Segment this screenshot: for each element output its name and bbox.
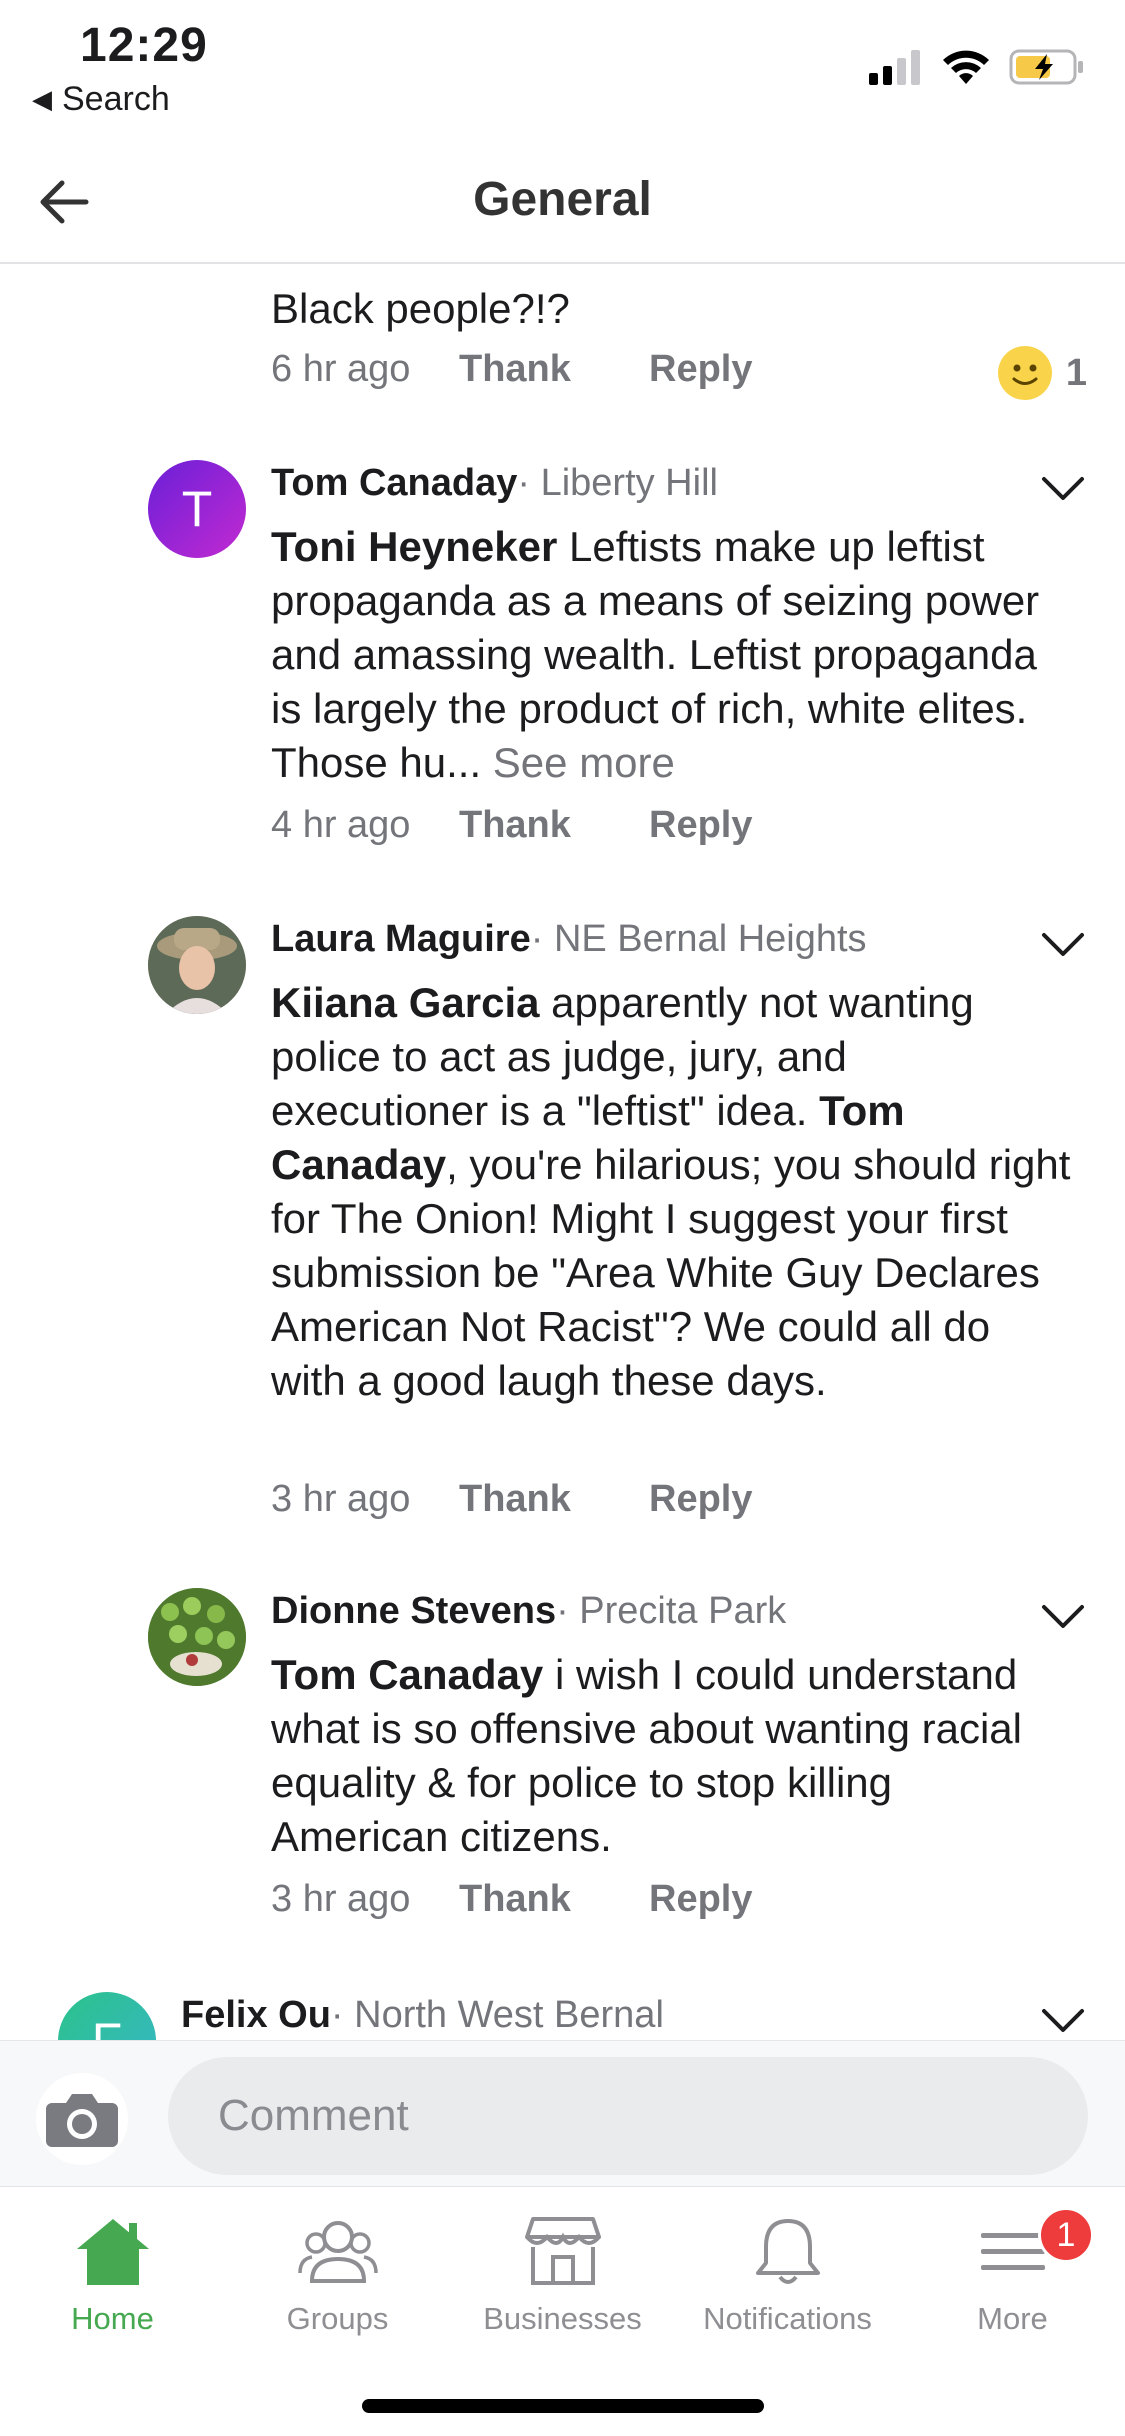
comment-meta: 3 hr ago Thank Reply	[271, 1878, 752, 1921]
bottom-tab-bar: Home Groups Businesses Notifications 1 M…	[0, 2186, 1125, 2436]
back-triangle-icon: ◀	[32, 84, 52, 114]
back-to-app-link[interactable]: ◀ Search	[32, 80, 170, 119]
author-name[interactable]: Dionne Stevens	[271, 1590, 556, 1632]
comment-body: Kiiana Garcia apparently not wanting pol…	[271, 976, 1071, 1408]
back-app-label: Search	[62, 80, 170, 118]
comment-meta: 3 hr ago Thank Reply	[271, 1478, 752, 1521]
thank-button[interactable]: Thank	[459, 1478, 649, 1521]
reply-button[interactable]: Reply	[649, 804, 752, 847]
notification-badge: 1	[1038, 2207, 1094, 2263]
comment-feed[interactable]: ​ Black people?!? 6 hr ago Thank Reply 1…	[0, 266, 1125, 2040]
battery-charging-icon	[1009, 49, 1083, 85]
comment-body: Toni Heyneker Leftists make up leftist p…	[271, 520, 1071, 790]
tab-label: Groups	[286, 2301, 389, 2336]
home-indicator	[362, 2399, 764, 2413]
tab-label: Home	[71, 2301, 154, 2336]
mention[interactable]: Tom Canaday	[271, 1651, 543, 1698]
chevron-down-icon[interactable]	[1041, 474, 1085, 504]
thank-button[interactable]: Thank	[459, 1878, 649, 1921]
page-header: General	[0, 140, 1125, 264]
avatar-initial: F	[92, 2012, 123, 2040]
peas-photo-icon	[148, 1588, 246, 1686]
comment-time: 3 hr ago	[271, 1478, 411, 1520]
reply-button[interactable]: Reply	[649, 1878, 752, 1921]
mention[interactable]: Toni Heyneker	[271, 523, 557, 570]
author-neighborhood: · North West Bernal	[330, 1994, 664, 2036]
author-line: Laura Maguire· NE Bernal Heights	[271, 918, 867, 961]
author-name[interactable]: Laura Maguire	[271, 918, 531, 960]
storefront-icon	[524, 2217, 601, 2285]
author-line: Felix Ou· North West Bernal	[181, 1994, 664, 2037]
bell-icon	[755, 2219, 820, 2284]
camera-icon	[46, 2094, 118, 2147]
avatar-initial: T	[181, 481, 213, 537]
comment-body: Tom Canaday i wish I could understand wh…	[271, 1648, 1071, 1864]
previous-comment-text: ​ Black people?!?	[271, 266, 1071, 336]
home-icon	[76, 2219, 149, 2285]
author-line: Dionne Stevens· Precita Park	[271, 1590, 786, 1633]
cellular-signal-icon	[869, 50, 920, 85]
see-more-link[interactable]: See more	[493, 739, 675, 786]
avatar[interactable]: F	[58, 1992, 156, 2040]
thank-button[interactable]: Thank	[459, 348, 649, 391]
avatar[interactable]: T	[148, 460, 246, 558]
tab-label: Notifications	[703, 2301, 872, 2336]
tab-home[interactable]: Home	[0, 2207, 225, 2357]
wifi-icon	[943, 50, 989, 84]
chevron-down-icon[interactable]	[1041, 2006, 1085, 2036]
tab-more[interactable]: 1 More	[900, 2207, 1125, 2357]
reply-button[interactable]: Reply	[649, 348, 752, 391]
reaction-summary[interactable]: 1	[997, 346, 1087, 400]
tab-label: Businesses	[483, 2301, 642, 2336]
author-neighborhood: · Liberty Hill	[517, 462, 718, 504]
reply-button[interactable]: Reply	[649, 1478, 752, 1521]
author-name[interactable]: Felix Ou	[181, 1994, 331, 2036]
tab-notifications[interactable]: Notifications	[675, 2207, 900, 2357]
avatar[interactable]	[148, 916, 246, 1014]
camera-button[interactable]	[36, 2073, 128, 2165]
smiley-reaction-icon	[997, 346, 1052, 400]
comment-time: 6 hr ago	[271, 348, 411, 390]
comment-time: 4 hr ago	[271, 804, 411, 846]
previous-comment-tail: Black people?!?	[271, 285, 570, 332]
author-name[interactable]: Tom Canaday	[271, 462, 517, 504]
comment-input[interactable]	[168, 2057, 1088, 2175]
status-icons	[867, 48, 1085, 86]
author-neighborhood: · Precita Park	[556, 1590, 787, 1632]
tab-businesses[interactable]: Businesses	[450, 2207, 675, 2357]
avatar[interactable]	[148, 1588, 246, 1686]
reaction-count: 1	[1065, 351, 1087, 394]
mention[interactable]: Kiiana Garcia	[271, 979, 539, 1026]
chevron-down-icon[interactable]	[1041, 930, 1085, 960]
page-title: General	[473, 173, 652, 226]
tab-label: More	[977, 2301, 1048, 2336]
status-bar: 12:29 ◀ Search	[0, 0, 1125, 140]
author-neighborhood: · NE Bernal Heights	[530, 918, 867, 960]
person-photo-icon	[148, 916, 246, 1014]
clipped-line: ​	[271, 266, 1071, 282]
comment-time: 3 hr ago	[271, 1878, 411, 1920]
comment-composer	[0, 2040, 1125, 2186]
tab-groups[interactable]: Groups	[225, 2207, 450, 2357]
status-time: 12:29	[80, 19, 208, 72]
previous-comment-meta: 6 hr ago Thank Reply	[271, 348, 752, 391]
comment-meta: 4 hr ago Thank Reply	[271, 804, 752, 847]
author-line: Tom Canaday· Liberty Hill	[271, 462, 718, 505]
chevron-down-icon[interactable]	[1041, 1602, 1085, 1632]
groups-icon	[297, 2221, 378, 2283]
thank-button[interactable]: Thank	[459, 804, 649, 847]
